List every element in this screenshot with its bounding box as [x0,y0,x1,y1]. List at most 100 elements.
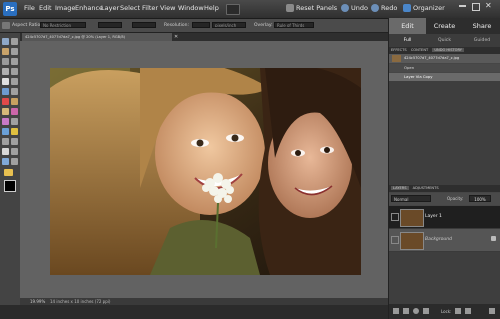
width-input[interactable] [98,22,122,28]
lock-all-icon[interactable] [465,308,471,314]
document-info: 14 inches x 10 inches (72 ppi) [50,299,111,304]
aspect-ratio-select[interactable]: No Restriction [40,22,86,28]
organizer-icon [403,4,411,12]
layer-row-selected[interactable]: Layer 1 [389,206,500,229]
menu-window[interactable]: Window [178,4,204,12]
menu-image[interactable]: Image [55,4,75,12]
clone-stamp-tool-icon[interactable] [2,108,9,115]
eraser-tool-icon[interactable] [11,108,18,115]
lock-icon [491,236,496,241]
paint-bucket-tool-icon[interactable] [2,128,9,135]
tab-edit[interactable]: Edit [389,18,426,34]
marquee-tool-icon[interactable] [2,58,9,65]
reset-panels-button[interactable]: Reset Panels [286,4,337,12]
photo-image[interactable] [50,68,361,275]
opacity-label: Opacity: [447,196,464,201]
new-layer-icon[interactable] [393,308,399,314]
trash-icon[interactable] [489,308,495,314]
right-panel: Edit Create Share Full Quick Guided EFFE… [388,18,500,319]
history-thumbnail [392,55,401,62]
tab-adjustments[interactable]: ADJUSTMENTS [413,186,439,190]
recompose-tool-icon[interactable] [2,158,9,165]
quick-selection-tool-icon[interactable] [11,68,18,75]
layer-row[interactable]: Background [389,229,500,252]
redo-icon [371,4,379,12]
magic-wand-tool-icon[interactable] [2,68,9,75]
status-bar: 19.99% 14 inches x 10 inches (72 ppi) [20,298,388,305]
pencil-tool-icon[interactable] [11,148,18,155]
overlay-select[interactable]: Rule of Thirds [274,22,314,28]
organizer-button[interactable]: Organizer [403,4,445,12]
lock-transparency-icon[interactable] [455,308,461,314]
minimize-icon[interactable] [459,5,466,7]
zoom-tool-icon[interactable] [11,38,18,45]
text-tool-icon[interactable] [2,78,9,85]
history-item[interactable]: 424c5707d7_4077d7da7_z.jpg [389,54,500,63]
close-icon[interactable]: ✕ [485,1,492,10]
tab-create[interactable]: Create [426,18,463,34]
healing-brush-tool-icon[interactable] [11,98,18,105]
menu-layer[interactable]: Layer [101,4,119,12]
menu-select[interactable]: Select [120,4,140,12]
foreground-color-swatch[interactable] [4,180,16,192]
subtab-full[interactable]: Full [389,34,426,47]
crop-tool-icon-2[interactable] [11,78,18,85]
undo-icon [341,4,349,12]
history-item-selected[interactable]: Layer Via Copy [389,73,500,81]
tab-effects[interactable]: EFFECTS [391,48,407,52]
subtab-guided[interactable]: Guided [463,34,500,47]
opacity-input[interactable]: 100% [469,195,491,202]
menu-edit[interactable]: Edit [39,4,52,12]
aspect-ratio-label: Aspect Ratio: [12,23,42,28]
resolution-input[interactable] [192,22,210,28]
tab-undo-history[interactable]: UNDO HISTORY [432,48,464,52]
adjustment-layer-icon[interactable] [413,308,419,314]
tab-layers[interactable]: LAYERS [391,186,409,190]
move-tool-icon[interactable] [2,38,9,45]
menu-file[interactable]: File [24,4,35,12]
blur-tool-icon[interactable] [11,138,18,145]
redo-button[interactable]: Redo [371,4,397,12]
close-document-icon[interactable]: ✕ [174,33,178,41]
crop-tool-icon [2,22,10,29]
mask-icon[interactable] [423,308,429,314]
reset-panels-icon [286,4,294,12]
shape-tool-icon[interactable] [2,138,9,145]
hand-tool-icon[interactable] [2,48,9,55]
straighten-tool-icon[interactable] [11,88,18,95]
content-move-tool-icon[interactable] [11,158,18,165]
lasso-tool-icon[interactable] [11,58,18,65]
menu-bar: Ps File Edit Image Enhance Layer Select … [0,0,500,19]
smart-brush-tool-icon[interactable] [11,118,18,125]
menu-help[interactable]: Help [204,4,219,12]
menu-enhance[interactable]: Enhance [75,4,103,12]
blend-mode-select[interactable]: Normal [391,195,431,202]
gradient-tool-icon[interactable] [11,128,18,135]
sponge-tool-icon[interactable] [2,148,9,155]
visibility-eye-icon[interactable] [391,236,399,244]
document-tab[interactable]: 424c5707d7_4077d7da7_z.jpg @ 20% (Layer … [22,33,172,41]
new-group-icon[interactable] [403,308,409,314]
workspace-button[interactable] [226,4,240,15]
cookie-cutter-tool-icon[interactable] [2,88,9,95]
subtab-quick[interactable]: Quick [426,34,463,47]
tab-content[interactable]: CONTENT [411,48,428,52]
maximize-icon[interactable] [472,3,480,11]
layer-name[interactable]: Background [425,237,452,242]
height-input[interactable] [132,22,156,28]
resolution-label: Resolution: [164,23,190,28]
custom-shape-tool-icon[interactable] [4,169,13,176]
brush-tool-icon[interactable] [2,118,9,125]
resolution-unit-select[interactable]: pixels/inch [212,22,246,28]
menu-filter[interactable]: Filter [142,4,158,12]
tool-options-bar: Aspect Ratio: No Restriction Resolution:… [0,19,388,33]
history-item[interactable]: Open [389,64,500,72]
eyedropper-tool-icon[interactable] [11,48,18,55]
red-eye-tool-icon[interactable] [2,98,9,105]
menu-view[interactable]: View [160,4,175,12]
tab-share[interactable]: Share [463,18,500,34]
visibility-eye-icon[interactable] [391,213,399,221]
undo-button[interactable]: Undo [341,4,368,12]
project-bin-bar [0,305,388,319]
layer-name[interactable]: Layer 1 [425,214,442,219]
